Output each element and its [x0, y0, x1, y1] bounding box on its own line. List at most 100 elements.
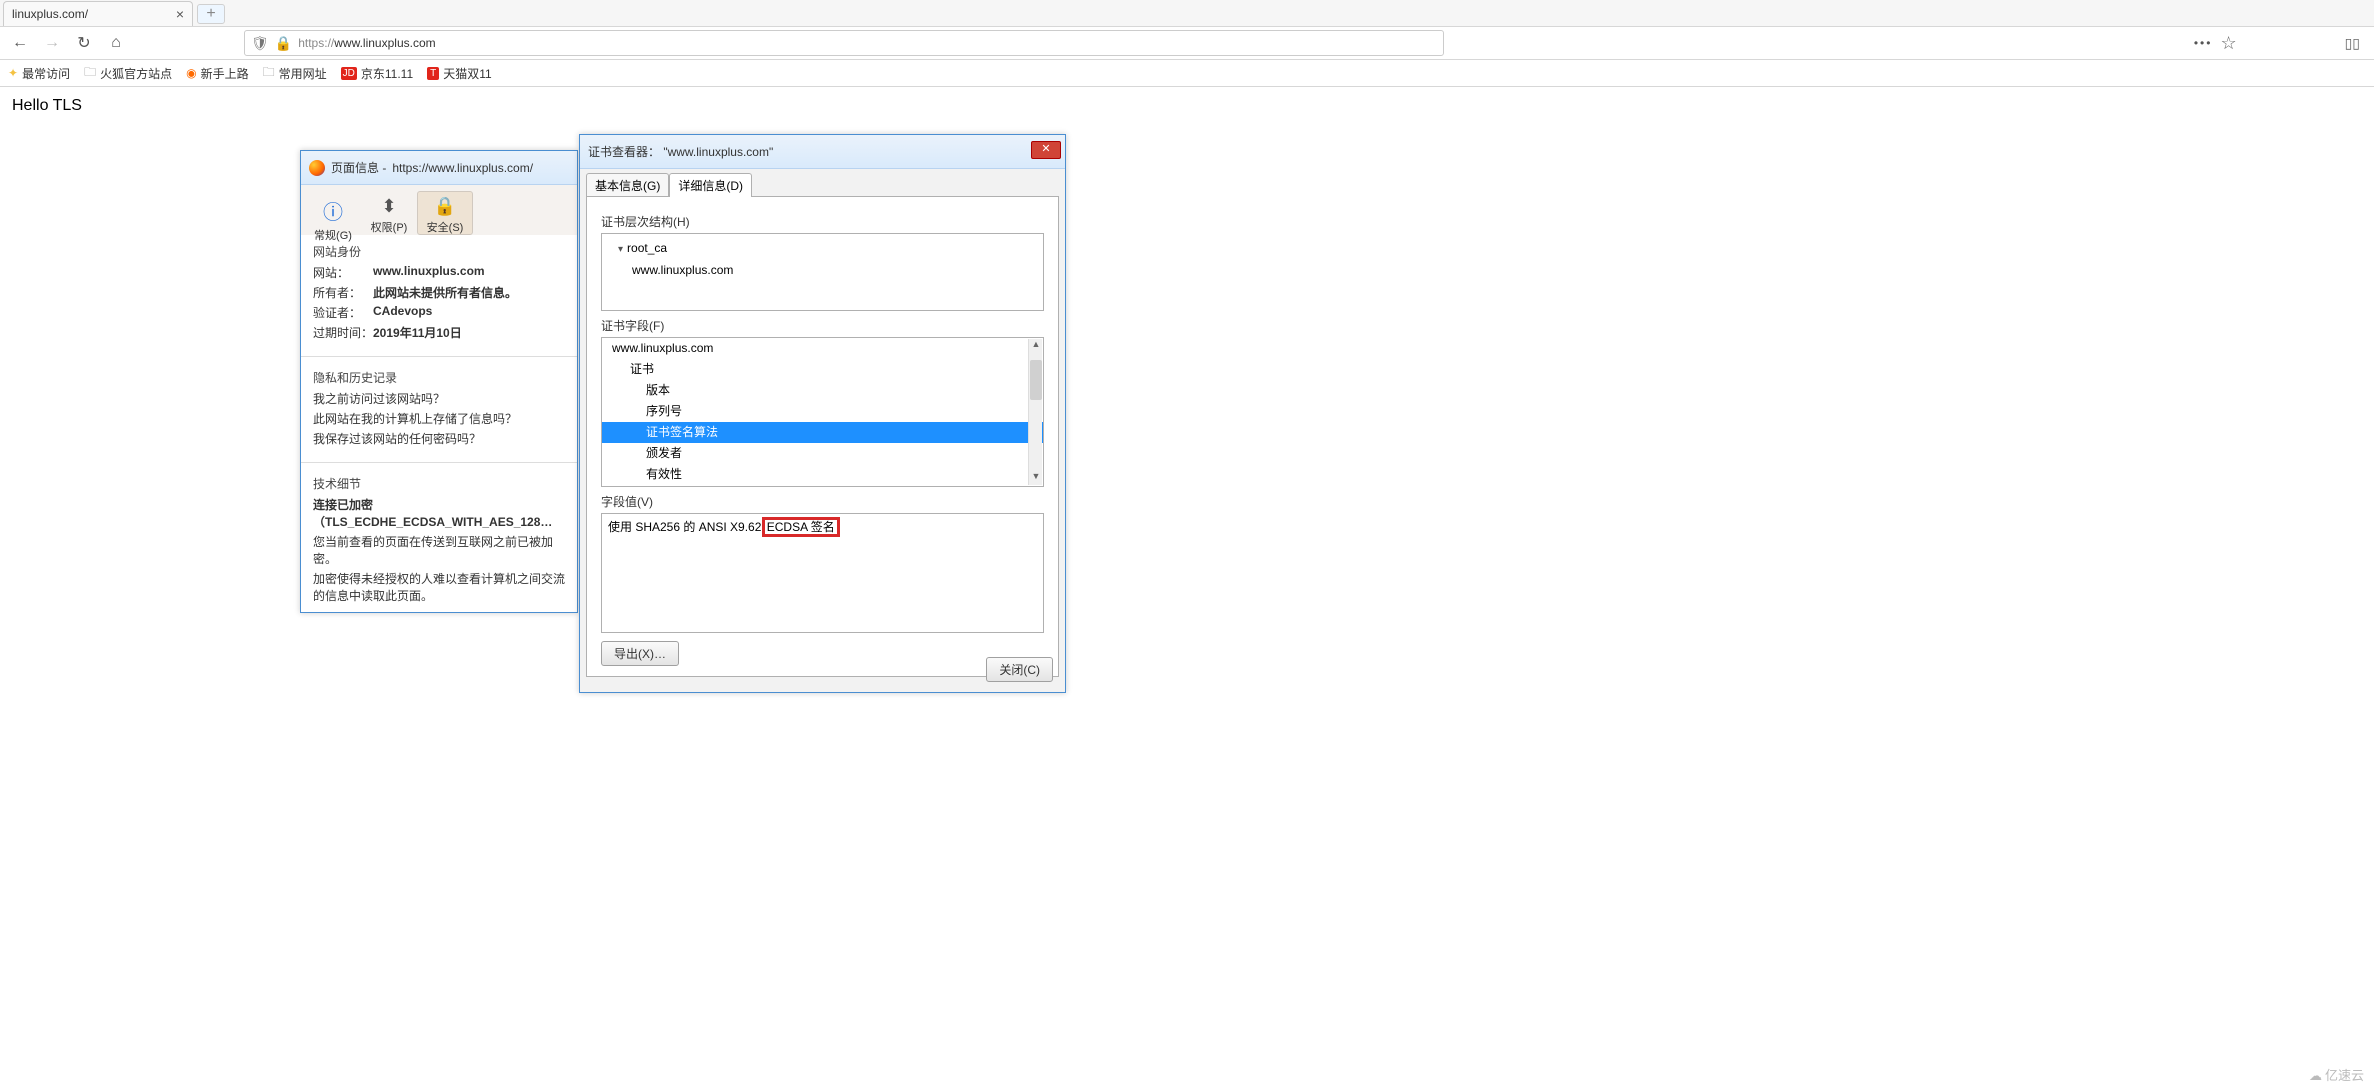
lock-icon[interactable]: 🔒 — [275, 35, 292, 52]
fields-label: 证书字段(F) — [601, 317, 1044, 334]
history-q2: 此网站在我的计算机上存储了信息吗？ — [313, 410, 565, 427]
tab-close-icon[interactable]: × — [176, 6, 184, 22]
sidebar-icon[interactable]: ▯▯ — [2345, 35, 2360, 52]
scroll-thumb[interactable] — [1030, 360, 1042, 400]
expiry-value: 2019年11月10日 — [373, 324, 565, 341]
pageinfo-tabbar: 常规(G) 权限(P) 安全(S) — [301, 185, 577, 235]
tab-details[interactable]: 详细信息(D) — [669, 173, 752, 197]
hierarchy-label: 证书层次结构(H) — [601, 213, 1044, 230]
firefox-icon: ◉ — [186, 66, 196, 80]
field-issuer[interactable]: 颁发者 — [602, 443, 1043, 464]
field-site[interactable]: www.linuxplus.com — [602, 338, 1043, 359]
nav-toolbar: ← → ↻ ⌂ 🛡 🔒 https://www.linuxplus.com ••… — [0, 27, 2374, 60]
tech-section: 技术细节 连接已加密（TLS_ECDHE_ECDSA_WITH_AES_128…… — [301, 467, 577, 615]
field-cert[interactable]: 证书 — [602, 359, 1043, 380]
page-content: Hello TLS — [0, 87, 2374, 125]
export-row: 导出(X)… — [601, 641, 1044, 666]
pageinfo-tab-permissions[interactable]: 权限(P) — [361, 191, 417, 235]
value-highlight: ECDSA 签名 — [765, 520, 837, 534]
watermark: 亿速云 — [2309, 1065, 2364, 1084]
fields-box[interactable]: www.linuxplus.com 证书 版本 序列号 证书签名算法 颁发者 有… — [601, 337, 1044, 487]
new-tab-button[interactable]: + — [197, 4, 225, 24]
site-key: 网站： — [313, 264, 373, 281]
cipher-suite: 连接已加密（TLS_ECDHE_ECDSA_WITH_AES_128… — [313, 496, 565, 530]
export-button[interactable]: 导出(X)… — [601, 641, 679, 666]
field-validity[interactable]: 有效性 — [602, 464, 1043, 485]
lock-icon — [418, 196, 472, 217]
shield-icon[interactable]: 🛡 — [251, 35, 269, 52]
close-button[interactable]: ✕ — [1031, 141, 1061, 159]
pageinfo-tab-security[interactable]: 安全(S) — [417, 191, 473, 235]
tech-line2: 加密使得未经授权的人难以查看计算机之间交流的信息中读取此页面。 — [313, 570, 565, 604]
star-icon: ✦ — [8, 66, 18, 80]
forward-button[interactable]: → — [38, 29, 66, 57]
bookmark-star-icon[interactable]: ☆ — [2220, 33, 2236, 54]
info-icon — [306, 196, 360, 225]
sliders-icon — [362, 196, 416, 217]
divider — [301, 462, 577, 463]
tab-basic-info[interactable]: 基本信息(G) — [586, 173, 669, 197]
scroll-down-icon[interactable]: ▼ — [1030, 471, 1042, 485]
pageinfo-titlebar[interactable]: 页面信息 - https://www.linuxplus.com/ — [301, 151, 577, 185]
history-q1: 我之前访问过该网站吗？ — [313, 390, 565, 407]
verifier-key: 验证者： — [313, 304, 373, 321]
certviewer-body: 证书层次结构(H) root_ca www.linuxplus.com 证书字段… — [586, 196, 1059, 677]
bookmarks-bar: ✦最常访问 🗀火狐官方站点 ◉新手上路 🗀常用网址 JD京东11.11 T天猫双… — [0, 60, 2374, 87]
jd-icon: JD — [341, 67, 357, 80]
bookmark-most-visited[interactable]: ✦最常访问 — [8, 65, 70, 82]
field-sigalg[interactable]: 证书签名算法 — [602, 422, 1043, 443]
pageinfo-title-url: https://www.linuxplus.com/ — [392, 161, 533, 175]
cloud-icon — [2309, 1068, 2325, 1083]
bottom-row: 关闭(C) — [986, 657, 1053, 682]
tech-line1: 您当前查看的页面在传送到互联网之前已被加密。 — [313, 533, 565, 567]
history-section: 隐私和历史记录 我之前访问过该网站吗？ 此网站在我的计算机上存储了信息吗？ 我保… — [301, 361, 577, 458]
owner-value: 此网站未提供所有者信息。 — [373, 284, 565, 301]
home-button[interactable]: ⌂ — [102, 29, 130, 57]
url-bar[interactable]: 🛡 🔒 https://www.linuxplus.com — [244, 30, 1444, 56]
history-header: 隐私和历史记录 — [313, 369, 565, 386]
hier-leaf[interactable]: www.linuxplus.com — [608, 260, 1037, 280]
tab-strip: linuxplus.com/ × + — [0, 0, 2374, 27]
bookmark-firefox-sites[interactable]: 🗀火狐官方站点 — [84, 63, 172, 84]
divider — [301, 356, 577, 357]
history-q3: 我保存过该网站的任何密码吗？ — [313, 430, 565, 447]
site-value: www.linuxplus.com — [373, 264, 565, 281]
hier-root[interactable]: root_ca — [608, 238, 1037, 260]
field-version[interactable]: 版本 — [602, 380, 1043, 401]
identity-header: 网站身份 — [313, 243, 565, 260]
scroll-up-icon[interactable]: ▲ — [1030, 339, 1042, 353]
expiry-key: 过期时间： — [313, 324, 373, 341]
back-button[interactable]: ← — [6, 29, 34, 57]
tab-title: linuxplus.com/ — [12, 7, 88, 21]
certviewer-window: 证书查看器： "www.linuxplus.com" ✕ 基本信息(G) 详细信… — [579, 134, 1066, 693]
bookmark-getting-started[interactable]: ◉新手上路 — [186, 65, 249, 82]
nav-right: ••• ☆ ▯▯ — [2194, 33, 2368, 54]
identity-section: 网站身份 网站：www.linuxplus.com 所有者：此网站未提供所有者信… — [301, 235, 577, 352]
chevron-down-icon — [618, 241, 627, 255]
firefox-icon — [309, 160, 325, 176]
pageinfo-window: 页面信息 - https://www.linuxplus.com/ 常规(G) … — [300, 150, 578, 613]
value-pre: 使用 SHA256 的 ANSI X9.62 — [608, 520, 765, 534]
owner-key: 所有者： — [313, 284, 373, 301]
browser-tab[interactable]: linuxplus.com/ × — [3, 1, 193, 26]
tmall-icon: T — [427, 67, 439, 80]
page-actions-icon[interactable]: ••• — [2194, 36, 2213, 50]
bookmark-jd[interactable]: JD京东11.11 — [341, 65, 413, 82]
folder-icon: 🗀 — [263, 63, 275, 84]
bookmark-tmall[interactable]: T天猫双11 — [427, 65, 492, 82]
field-serial[interactable]: 序列号 — [602, 401, 1043, 422]
certviewer-titlebar[interactable]: 证书查看器： "www.linuxplus.com" ✕ — [580, 135, 1065, 169]
bookmark-common-urls[interactable]: 🗀常用网址 — [263, 63, 327, 84]
page-body-text: Hello TLS — [12, 97, 82, 114]
verifier-value: CAdevops — [373, 304, 565, 321]
value-box[interactable]: 使用 SHA256 的 ANSI X9.62 ECDSA 签名 — [601, 513, 1044, 633]
certviewer-title: 证书查看器： "www.linuxplus.com" — [588, 143, 773, 160]
reload-button[interactable]: ↻ — [70, 29, 98, 57]
folder-icon: 🗀 — [84, 63, 96, 84]
tech-header: 技术细节 — [313, 475, 565, 492]
close-dialog-button[interactable]: 关闭(C) — [986, 657, 1053, 682]
pageinfo-tab-general[interactable]: 常规(G) — [305, 191, 361, 235]
url-protocol: https://www.linuxplus.com — [298, 36, 435, 50]
hierarchy-box[interactable]: root_ca www.linuxplus.com — [601, 233, 1044, 311]
pageinfo-title-prefix: 页面信息 - — [331, 159, 386, 176]
